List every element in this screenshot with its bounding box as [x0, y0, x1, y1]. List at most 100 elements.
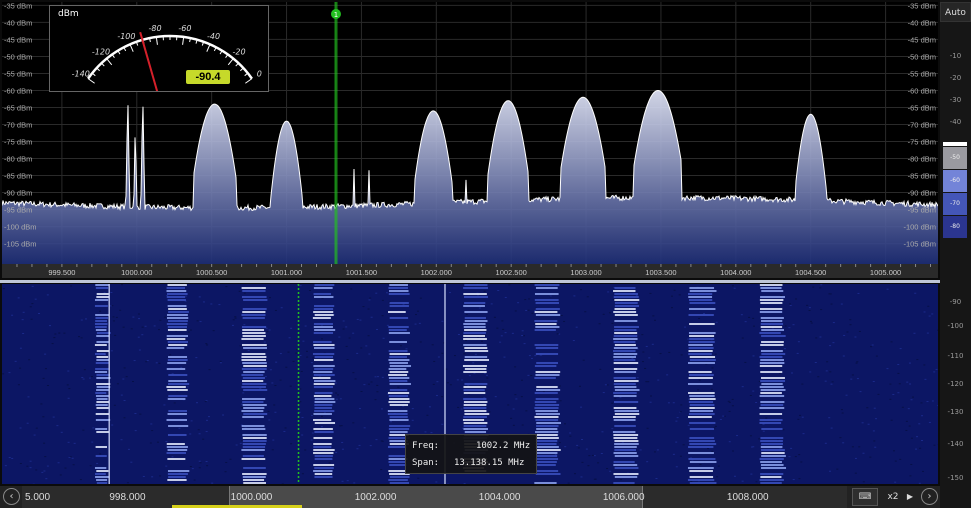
- zoom-level[interactable]: x2: [882, 488, 904, 506]
- waterfall-noise: [840, 409, 843, 411]
- waterfall-band-segment: [95, 413, 110, 415]
- waterfall-noise: [578, 385, 581, 387]
- waterfall-noise: [558, 442, 561, 444]
- waterfall-band-segment: [689, 374, 714, 376]
- waterfall-band-segment: [314, 368, 334, 370]
- waterfall-noise: [302, 340, 305, 342]
- waterfall-noise: [320, 415, 323, 417]
- waterfall-noise: [274, 411, 277, 413]
- waterfall-noise: [862, 481, 865, 483]
- waterfall-band-segment: [760, 326, 783, 328]
- waterfall-noise: [116, 383, 119, 385]
- waterfall-band-segment: [95, 314, 110, 316]
- waterfall-noise: [41, 471, 44, 473]
- waterfall-noise: [782, 429, 785, 431]
- waterfall-band-segment: [760, 437, 784, 439]
- waterfall-noise: [861, 422, 864, 424]
- waterfall-noise: [480, 340, 483, 342]
- waterfall-noise: [510, 417, 513, 419]
- s-meter-scale-label: -140: [72, 69, 90, 78]
- panel-splitter[interactable]: [0, 280, 940, 283]
- waterfall-noise: [363, 384, 366, 386]
- waterfall-noise: [290, 443, 293, 445]
- waterfall-band-segment: [313, 428, 333, 430]
- waterfall-noise: [341, 441, 344, 443]
- waterfall-band-segment: [96, 359, 110, 361]
- waterfall-band-segment: [313, 344, 335, 346]
- waterfall-noise: [417, 477, 420, 479]
- waterfall-noise: [894, 481, 897, 483]
- colorbar-cell[interactable]: -70: [943, 193, 967, 215]
- waterfall-noise: [348, 337, 351, 339]
- waterfall-noise: [783, 348, 786, 350]
- waterfall-band-segment: [96, 377, 111, 379]
- waterfall-noise: [367, 308, 370, 310]
- waterfall-noise: [854, 472, 857, 474]
- waterfall-noise: [792, 479, 795, 481]
- waterfall-band-segment: [759, 299, 784, 301]
- waterfall-band-segment: [389, 305, 409, 307]
- keyboard-icon[interactable]: ⌨: [852, 488, 878, 506]
- waterfall-noise: [836, 468, 839, 470]
- waterfall-noise: [263, 341, 266, 343]
- waterfall-noise: [504, 296, 507, 298]
- waterfall-noise: [602, 313, 605, 315]
- waterfall-noise: [29, 467, 32, 469]
- waterfall-band-segment: [242, 416, 264, 418]
- waterfall-noise: [514, 394, 517, 396]
- waterfall-noise: [825, 370, 828, 372]
- waterfall-band-segment: [464, 329, 487, 331]
- waterfall-band-segment: [613, 434, 639, 436]
- waterfall-band-segment: [760, 350, 783, 352]
- waterfall-band-segment: [243, 413, 268, 415]
- color-scale-bar[interactable]: -50 -60 -70 -80: [943, 142, 967, 272]
- waterfall-band-segment: [314, 476, 333, 478]
- waterfall-band-segment: [242, 455, 264, 457]
- waterfall-noise: [134, 412, 137, 414]
- waterfall-noise: [765, 417, 768, 419]
- waterfall-band-segment: [167, 293, 188, 295]
- waterfall-band-segment: [464, 296, 488, 298]
- colorbar-cell[interactable]: -50: [943, 147, 967, 169]
- waterfall-band-segment: [760, 377, 785, 379]
- waterfall-band-segment: [388, 287, 408, 289]
- waterfall-band-segment: [759, 479, 784, 481]
- waterfall-noise: [750, 446, 753, 448]
- waterfall-band-segment: [464, 302, 486, 304]
- waterfall-noise: [204, 401, 207, 403]
- level-label-right: -40 dBm: [908, 18, 936, 27]
- right-scale-tick: -130: [947, 408, 964, 416]
- waterfall-noise: [801, 383, 804, 385]
- auto-scale-button[interactable]: Auto: [940, 2, 971, 22]
- waterfall-band-segment: [96, 332, 111, 334]
- waterfall-band-segment: [463, 416, 487, 418]
- waterfall-noise: [362, 306, 365, 308]
- waterfall-band-segment: [688, 341, 715, 343]
- waterfall-band-segment: [167, 473, 188, 475]
- waterfall-noise: [457, 406, 460, 408]
- waterfall-noise: [43, 442, 46, 444]
- waterfall-band-segment: [242, 335, 266, 337]
- spectrum-panel[interactable]: -35 dBm -35 dBm -40 dBm -40 dBm -45 dBm -45 d…: [2, 2, 938, 278]
- waterfall-band-segment: [167, 305, 187, 307]
- waterfall-noise: [829, 293, 832, 295]
- waterfall-band-segment: [464, 413, 490, 415]
- colorbar-cell[interactable]: -80: [943, 216, 967, 238]
- chevron-right-icon[interactable]: ›: [921, 488, 938, 505]
- colorbar-cell[interactable]: [943, 142, 967, 146]
- waterfall-band-segment: [95, 455, 107, 457]
- waterfall-noise: [207, 416, 210, 418]
- scroll-track[interactable]: 5.000 998.000 1000.000 1002.000 1004.000 1006…: [22, 486, 847, 508]
- waterfall-noise: [606, 384, 609, 386]
- colorbar-cell[interactable]: -60: [943, 170, 967, 192]
- waterfall-noise: [397, 386, 400, 388]
- waterfall-band-segment: [95, 329, 107, 331]
- waterfall-noise: [524, 299, 527, 301]
- waterfall-noise: [68, 388, 71, 390]
- waterfall-noise: [641, 361, 644, 363]
- level-label-right: -70 dBm: [908, 120, 936, 129]
- waterfall-noise: [922, 470, 925, 472]
- waterfall-noise: [894, 460, 897, 462]
- play-arrow-icon[interactable]: ▶: [904, 488, 916, 506]
- waterfall-band-segment: [613, 464, 638, 466]
